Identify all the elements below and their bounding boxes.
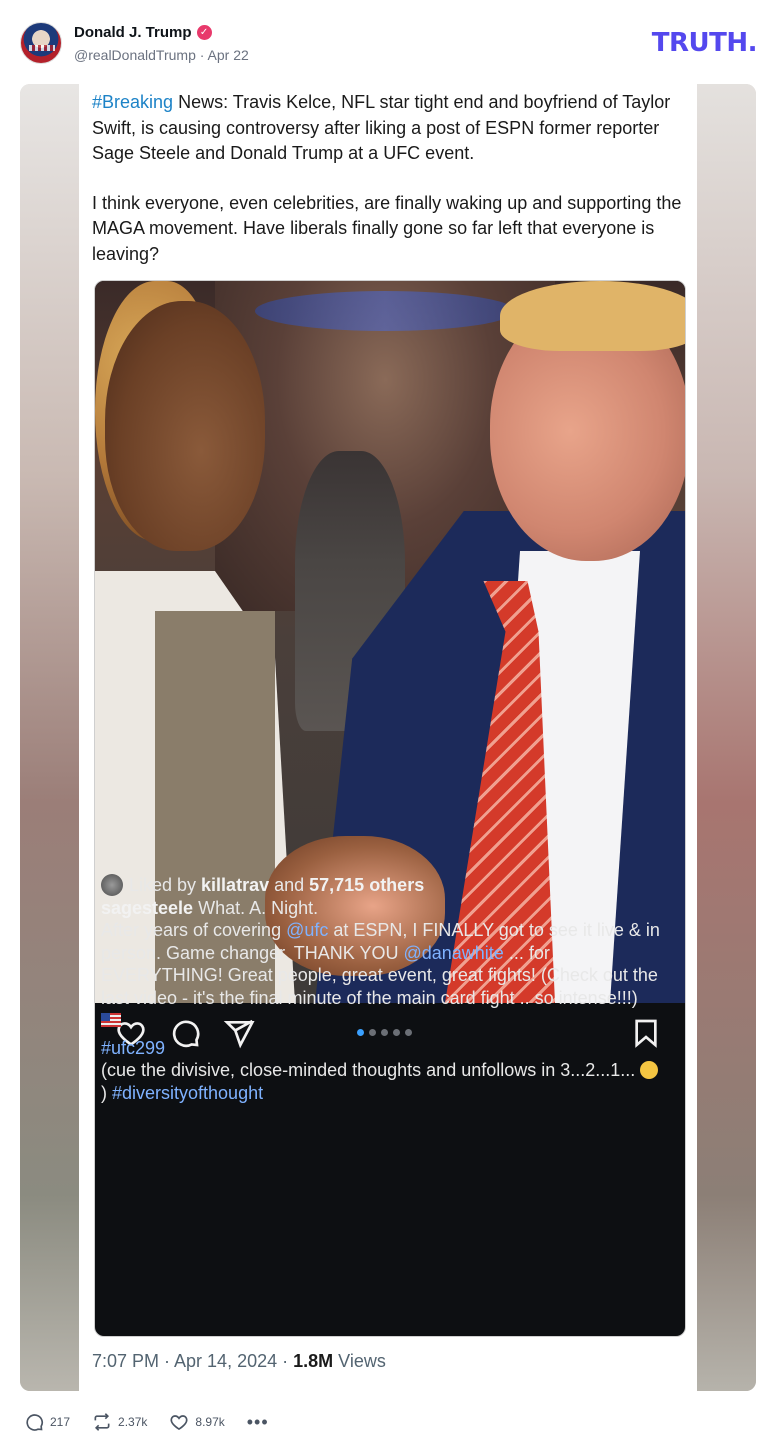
like-icon [170, 1415, 188, 1431]
embedded-views-count: 1.8M [293, 1351, 334, 1371]
embedded-tweet-text: #Breaking News: Travis Kelce, NFL star t… [92, 90, 682, 267]
like-button[interactable]: 8.97k [169, 1412, 225, 1432]
us-flag-icon [101, 1013, 121, 1027]
caption-a: After years of covering [101, 920, 287, 940]
hashtag-ufc299: #ufc299 [101, 1037, 166, 1058]
handle[interactable]: @realDonaldTrump [74, 47, 196, 63]
liked-mid: and [269, 875, 310, 895]
post-header: Donald J. Trump ✓ @realDonaldTrump · Apr… [20, 20, 758, 68]
caption-user: sagesteele [101, 897, 194, 918]
mention-danawhite: @danawhite [403, 942, 504, 963]
reply-icon [26, 1414, 44, 1431]
tweet-para-2: I think everyone, even celebrities, are … [92, 192, 682, 264]
reply-count: 217 [50, 1415, 71, 1429]
embedded-time: 7:07 PM · Apr 14, 2024 · [92, 1351, 294, 1371]
avatar[interactable] [20, 22, 62, 64]
hashtag-breaking: #Breaking [92, 92, 174, 112]
liked-user: killatrav [201, 875, 270, 895]
caption-body: After years of covering @ufc at ESPN, I … [101, 919, 661, 1009]
embedded-timestamp: 7:07 PM · Apr 14, 2024 · 1.8M Views [92, 1351, 386, 1372]
handle-row: @realDonaldTrump · Apr 22 [74, 47, 249, 63]
name-row: Donald J. Trump ✓ [74, 24, 212, 41]
liked-prefix: Liked by [129, 875, 202, 895]
embedded-tweet-card: #Breaking News: Travis Kelce, NFL star t… [79, 84, 697, 1391]
embedded-views-label: Views [333, 1351, 386, 1371]
arena-light [255, 291, 515, 331]
truth-logo[interactable]: TRUTH. [652, 28, 758, 58]
more-icon[interactable]: ••• [247, 1413, 269, 1431]
caption-first: What. A. Night. [193, 897, 319, 918]
like-count: 8.97k [195, 1415, 225, 1429]
caption-end: (cue the divisive, close-minded thoughts… [101, 1059, 661, 1104]
caption-first-line: sagesteele What. A. Night. [101, 897, 661, 920]
retruth-count: 2.37k [118, 1415, 148, 1429]
verified-badge-icon: ✓ [196, 25, 212, 40]
tweet-para-1: News: Travis Kelce, NFL star tight end a… [92, 92, 671, 163]
post-date[interactable]: Apr 22 [208, 47, 249, 63]
instagram-caption: Liked by killatrav and 57,715 others sag… [101, 874, 661, 1104]
liked-others: 57,715 others [309, 875, 425, 895]
woman-face [105, 301, 265, 551]
separator: · [199, 47, 205, 63]
man-hair [500, 281, 685, 351]
caption-d: (cue the divisive, close-minded thoughts… [101, 1060, 641, 1080]
caption-e: ) [101, 1082, 112, 1103]
retruth-icon [94, 1413, 110, 1431]
post-media-image[interactable]: #Breaking News: Travis Kelce, NFL star t… [20, 84, 756, 1391]
display-name[interactable]: Donald J. Trump [74, 24, 192, 41]
hashtag-diversityofthought: #diversityofthought [112, 1082, 264, 1103]
mention-ufc: @ufc [286, 920, 329, 940]
liked-by-avatar [101, 874, 123, 897]
liked-by-row: Liked by killatrav and 57,715 others [101, 874, 661, 897]
laughing-emoji-icon [640, 1061, 659, 1079]
instagram-post-screenshot [94, 280, 686, 1337]
reply-button[interactable]: 217 [24, 1412, 70, 1432]
retruth-button[interactable]: 2.37k [92, 1412, 147, 1432]
post-actions: 217 2.37k 8.97k ••• [24, 1410, 269, 1434]
